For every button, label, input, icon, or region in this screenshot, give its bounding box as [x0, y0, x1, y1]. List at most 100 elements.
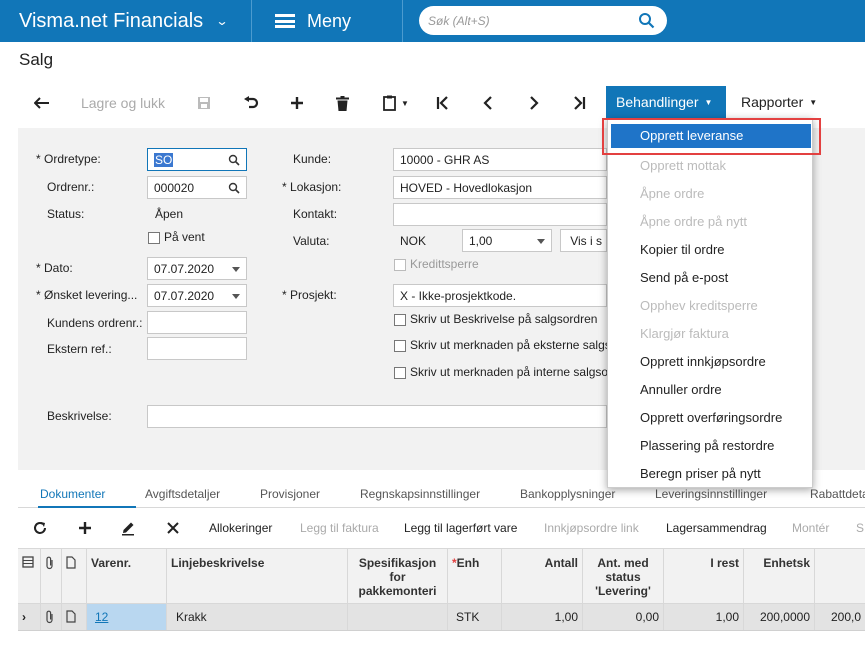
cell-quantity[interactable]: 1,00	[502, 604, 583, 630]
customer-field[interactable]: 10000 - GHR AS	[393, 148, 607, 171]
print-desc-checkbox[interactable]	[394, 314, 406, 326]
date-label: Dato:	[36, 261, 73, 275]
search-icon[interactable]	[228, 154, 240, 166]
paperclip-icon[interactable]	[41, 604, 62, 630]
ordernr-field[interactable]: 000020	[147, 176, 247, 199]
next-record-button[interactable]	[523, 86, 545, 120]
po-link-button[interactable]: Innkjøpsordre link	[544, 521, 639, 535]
tab-accounting-settings[interactable]: Regnskapsinnstillinger	[360, 487, 480, 501]
cell-item-nr[interactable]: 12	[87, 604, 167, 630]
search-input[interactable]	[428, 13, 638, 28]
date-field[interactable]: 07.07.2020	[147, 257, 247, 280]
stock-summary-button[interactable]: Lagersammendrag	[666, 521, 767, 535]
reports-menu-button[interactable]: Rapporter ▼	[741, 86, 817, 118]
column-specification[interactable]: Spesifikasjon for pakkemonteri	[348, 549, 448, 604]
onhold-checkbox[interactable]	[148, 232, 160, 244]
paperclip-glyph	[46, 610, 53, 624]
undo-button[interactable]	[240, 86, 262, 120]
menu-item-copy-to-order[interactable]: Kopier til ordre	[608, 236, 814, 264]
menu-item-create-po[interactable]: Opprett innkjøpsordre	[608, 348, 814, 376]
column-unit[interactable]: *Enh	[448, 549, 502, 604]
contact-field[interactable]	[393, 203, 607, 226]
wished-delivery-field[interactable]: 07.07.2020	[147, 284, 247, 307]
credit-checkbox[interactable]	[394, 259, 406, 271]
ordertype-field[interactable]: SO	[147, 148, 247, 171]
first-record-button[interactable]	[432, 86, 454, 120]
menu-item-cancel-order[interactable]: Annuller ordre	[608, 376, 814, 404]
column-unit-price[interactable]: Enhetsk	[744, 549, 815, 604]
chevron-down-icon[interactable]	[232, 294, 240, 299]
menu-item-create-receipt[interactable]: Opprett mottak	[608, 152, 814, 180]
clipboard-button[interactable]: ▼	[378, 86, 414, 120]
close-icon[interactable]	[164, 519, 182, 537]
menu-item-recalc-prices[interactable]: Beregn priser på nytt	[608, 460, 814, 488]
cell-extended[interactable]: 200,0	[815, 604, 865, 630]
column-attachments[interactable]	[41, 549, 62, 604]
clipboard-icon	[383, 95, 396, 111]
menu-item-release-credit-hold[interactable]: Opphev kreditsperre	[608, 292, 814, 320]
menu-item-create-transfer[interactable]: Opprett overføringsordre	[608, 404, 814, 432]
chevron-down-icon[interactable]	[537, 239, 545, 244]
add-stock-item-button[interactable]: Legg til lagerført vare	[404, 521, 517, 535]
column-line-description[interactable]: Linjebeskrivelse	[167, 549, 348, 604]
print-int-note-checkbox[interactable]	[394, 367, 406, 379]
cell-description[interactable]: Krakk	[167, 604, 348, 630]
menu-item-open-order[interactable]: Åpne ordre	[608, 180, 814, 208]
print-ext-note-checkbox[interactable]	[394, 340, 406, 352]
add-button[interactable]	[286, 86, 308, 120]
cell-unit-price[interactable]: 200,0000	[744, 604, 815, 630]
column-item-nr[interactable]: Varenr.	[87, 549, 167, 604]
rate-field[interactable]: 1,00	[462, 229, 552, 252]
save-close-button[interactable]: Lagre og lukk	[78, 86, 168, 120]
plus-icon[interactable]	[76, 519, 94, 537]
column-qty-status[interactable]: Ant. med status 'Levering'	[583, 549, 664, 604]
tab-discount-details[interactable]: Rabattdeta	[810, 487, 865, 501]
tab-tax-details[interactable]: Avgiftsdetaljer	[145, 487, 220, 501]
actions-menu-button[interactable]: Behandlinger ▼	[606, 86, 726, 118]
mount-button[interactable]: Montér	[792, 521, 829, 535]
note-icon[interactable]	[62, 604, 87, 630]
prev-record-button[interactable]	[477, 86, 499, 120]
search-box[interactable]	[419, 6, 667, 35]
back-button[interactable]	[30, 86, 54, 120]
cell-specification[interactable]	[348, 604, 448, 630]
tab-documents[interactable]: Dokumenter	[40, 487, 105, 501]
external-ref-field[interactable]	[147, 337, 247, 360]
cell-qty-status[interactable]: 0,00	[583, 604, 664, 630]
highlight-callout-box	[602, 118, 821, 155]
delete-button[interactable]	[331, 86, 353, 120]
menu-button[interactable]: Meny	[253, 0, 403, 42]
project-field[interactable]: X - Ikke-prosjektkode.	[393, 284, 607, 307]
s-button[interactable]: S	[856, 521, 864, 535]
vis-button[interactable]: Vis i s	[560, 229, 607, 252]
external-ref-label: Ekstern ref.:	[47, 342, 112, 356]
tab-shipping-settings[interactable]: Leveringsinnstillinger	[655, 487, 767, 501]
pencil-icon[interactable]	[119, 519, 137, 537]
customer-order-field[interactable]	[147, 311, 247, 334]
refresh-icon[interactable]	[31, 519, 49, 537]
description-field[interactable]	[147, 405, 607, 428]
allocations-button[interactable]: Allokeringer	[209, 521, 272, 535]
menu-item-prepare-invoice[interactable]: Klargjør faktura	[608, 320, 814, 348]
tab-bank-info[interactable]: Bankopplysninger	[520, 487, 615, 501]
save-button[interactable]	[193, 86, 215, 120]
column-notes[interactable]	[62, 549, 87, 604]
chevron-down-icon[interactable]	[232, 267, 240, 272]
last-record-button[interactable]	[568, 86, 590, 120]
app-switcher[interactable]: Visma.net Financials ⌄	[0, 0, 252, 42]
add-invoice-button[interactable]: Legg til faktura	[300, 521, 379, 535]
search-icon[interactable]	[638, 12, 655, 29]
menu-item-send-email[interactable]: Send på e-post	[608, 264, 814, 292]
cell-unit[interactable]: STK	[448, 604, 502, 630]
tab-commissions[interactable]: Provisjoner	[260, 487, 320, 501]
cell-remaining[interactable]: 1,00	[664, 604, 744, 630]
item-link[interactable]: 12	[95, 610, 108, 624]
menu-item-reopen-order[interactable]: Åpne ordre på nytt	[608, 208, 814, 236]
column-select[interactable]	[18, 549, 41, 604]
table-row[interactable]: › 12 Krakk STK 1,00 0,00 1,00 200,0000 2…	[18, 604, 865, 631]
column-remaining[interactable]: I rest	[664, 549, 744, 604]
menu-item-place-backorder[interactable]: Plassering på restordre	[608, 432, 814, 460]
search-icon[interactable]	[228, 182, 240, 194]
column-quantity[interactable]: Antall	[502, 549, 583, 604]
location-field[interactable]: HOVED - Hovedlokasjon	[393, 176, 607, 199]
